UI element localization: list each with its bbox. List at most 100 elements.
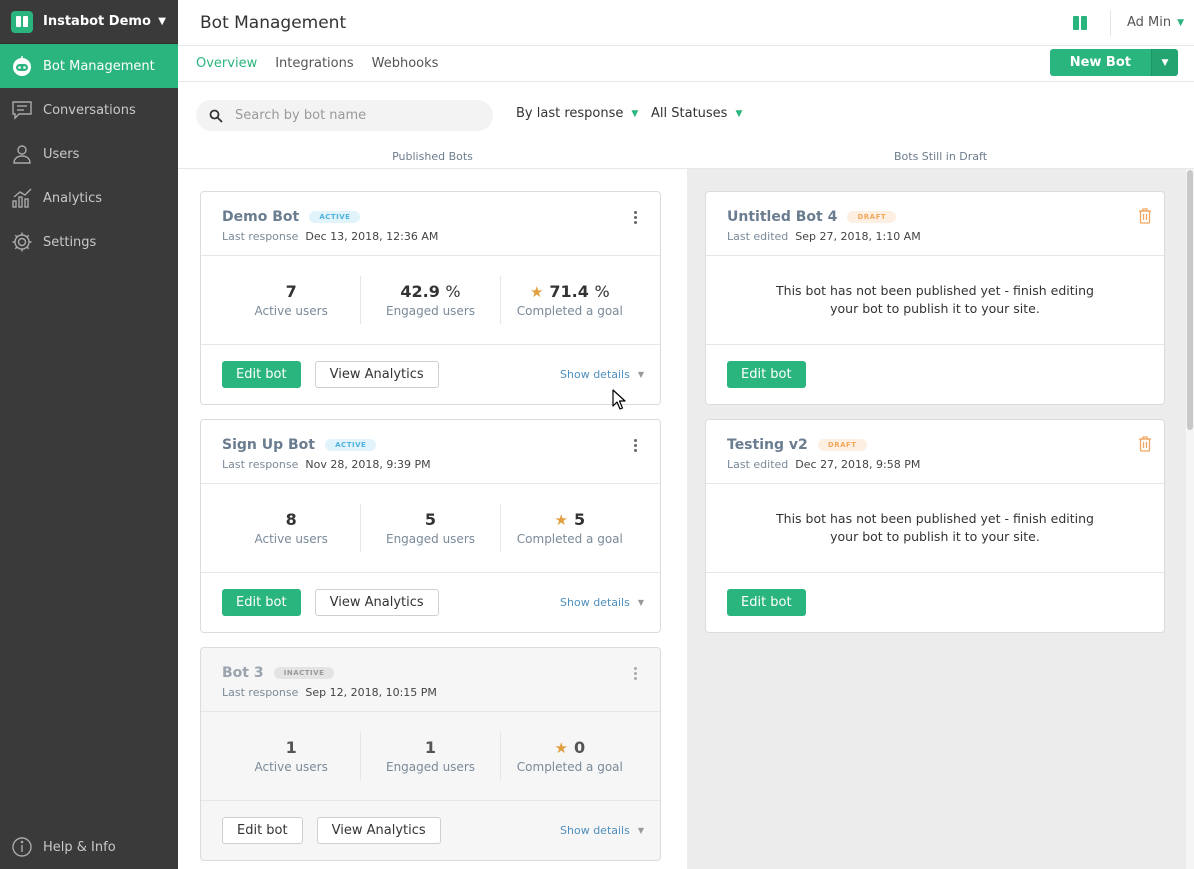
show-details-link[interactable]: Show details ▼ — [560, 368, 644, 381]
edit-bot-button[interactable]: Edit bot — [222, 588, 301, 616]
view-analytics-button[interactable]: View Analytics — [314, 360, 439, 388]
meta-value: Sep 12, 2018, 10:15 PM — [305, 686, 437, 699]
chevron-down-icon: ▼ — [631, 108, 639, 119]
chevron-down-icon: ▼ — [1177, 17, 1184, 28]
show-details-label: Show details — [560, 823, 630, 837]
meta-label: Last edited — [727, 458, 789, 471]
help-info-link[interactable]: Help & Info — [0, 825, 178, 869]
show-details-link[interactable]: Show details ▼ — [560, 824, 644, 837]
user-name: Ad Min — [1126, 15, 1172, 30]
header-divider — [1109, 9, 1111, 36]
brand-switcher[interactable]: Instabot Demo ▼ — [0, 0, 178, 44]
status-badge: DRAFT — [847, 211, 897, 223]
sidebar-item-bot-management[interactable]: Bot Management — [0, 44, 178, 88]
stat-active-users: 7 Active users — [222, 276, 360, 324]
scrollbar-thumb[interactable] — [1187, 170, 1193, 430]
sidebar-item-analytics[interactable]: Analytics — [0, 176, 178, 220]
view-analytics-button[interactable]: View Analytics — [316, 816, 441, 844]
sidebar: Instabot Demo ▼ Bot Management Conversat… — [0, 0, 178, 869]
stat-value: 5 — [424, 510, 437, 529]
chat-icon — [11, 99, 33, 121]
stat-value: 1 — [285, 738, 297, 757]
page-title: Bot Management — [200, 12, 347, 33]
new-bot-button[interactable]: New Bot — [1049, 49, 1151, 76]
trash-icon[interactable] — [1138, 208, 1152, 224]
meta-label: Last response — [222, 230, 299, 243]
help-label: Help & Info — [43, 839, 116, 855]
stat-unit: % — [445, 282, 461, 301]
status-dropdown[interactable]: All Statuses ▼ — [651, 106, 742, 121]
stat-value: 7 — [285, 282, 297, 301]
status-badge: ACTIVE — [325, 439, 377, 451]
chevron-down-icon[interactable]: ▼ — [1151, 49, 1178, 76]
stat-completed-goal: ★ 71.4 % Completed a goal — [499, 276, 639, 324]
sidebar-item-users[interactable]: Users — [0, 132, 178, 176]
stat-active-users: 1 Active users — [222, 732, 360, 780]
meta-label: Last response — [222, 458, 299, 471]
edit-bot-button[interactable]: Edit bot — [222, 360, 301, 388]
edit-bot-button[interactable]: Edit bot — [222, 816, 303, 844]
stat-value: 0 — [573, 738, 586, 757]
meta-value: Dec 13, 2018, 12:36 AM — [305, 230, 439, 243]
stat-value: 8 — [285, 510, 297, 529]
status-badge: DRAFT — [817, 439, 867, 451]
published-column-header: Published Bots — [392, 150, 473, 163]
bot-name[interactable]: Demo Bot — [222, 209, 299, 225]
user-menu[interactable]: Ad Min ▼ — [1127, 15, 1184, 30]
show-details-label: Show details — [560, 595, 630, 609]
user-icon — [11, 143, 33, 165]
stat-engaged-users: 1 Engaged users — [360, 732, 499, 780]
draft-message: This bot has not been published yet - fi… — [706, 256, 1164, 345]
edit-bot-button[interactable]: Edit bot — [727, 588, 806, 616]
edit-bot-button[interactable]: Edit bot — [727, 360, 806, 388]
bot-name[interactable]: Sign Up Bot — [222, 437, 315, 453]
chevron-down-icon: ▼ — [637, 597, 644, 607]
bot-name[interactable]: Bot 3 — [222, 665, 264, 681]
more-options-icon[interactable] — [634, 667, 638, 680]
sidebar-item-conversations[interactable]: Conversations — [0, 88, 178, 132]
draft-column-header: Bots Still in Draft — [893, 150, 988, 163]
search-input[interactable] — [235, 108, 465, 123]
stat-label: Completed a goal — [516, 304, 623, 318]
status-badge: INACTIVE — [273, 667, 335, 679]
sidebar-item-label: Analytics — [43, 190, 103, 206]
trash-icon[interactable] — [1138, 436, 1152, 452]
book-icon[interactable] — [1070, 13, 1090, 33]
new-bot-split-button: New Bot ▼ — [1049, 49, 1178, 76]
more-options-icon[interactable] — [634, 439, 638, 452]
more-options-icon[interactable] — [634, 211, 638, 224]
analytics-icon — [11, 187, 33, 209]
stat-label: Active users — [254, 532, 328, 546]
brand-name: Instabot Demo — [43, 14, 151, 29]
tab-integrations[interactable]: Integrations — [266, 46, 362, 82]
status-badge: ACTIVE — [309, 211, 361, 223]
meta-value: Nov 28, 2018, 9:39 PM — [305, 458, 431, 471]
sidebar-item-label: Bot Management — [43, 58, 155, 74]
bot-stats: 1 Active users 1 Engaged users ★ 0 Comple… — [201, 712, 660, 801]
sort-label: By last response — [516, 106, 624, 121]
view-analytics-button[interactable]: View Analytics — [314, 588, 439, 616]
info-icon — [11, 836, 33, 858]
tab-webhooks[interactable]: Webhooks — [363, 46, 448, 82]
stat-unit: % — [594, 282, 610, 301]
star-icon: ★ — [554, 511, 568, 529]
stat-label: Active users — [254, 304, 328, 318]
top-header: Bot Management Ad Min ▼ — [178, 0, 1194, 46]
meta-value: Dec 27, 2018, 9:58 PM — [795, 458, 921, 471]
status-label: All Statuses — [651, 106, 728, 121]
tab-overview[interactable]: Overview — [187, 46, 266, 82]
stat-active-users: 8 Active users — [222, 504, 360, 552]
gear-icon — [11, 231, 33, 253]
star-icon: ★ — [554, 739, 568, 757]
bot-meta: Last edited Sep 27, 2018, 1:10 AM — [727, 230, 1143, 243]
bot-name[interactable]: Untitled Bot 4 — [727, 209, 837, 225]
chevron-down-icon: ▼ — [735, 108, 743, 119]
bot-name[interactable]: Testing v2 — [727, 437, 808, 453]
show-details-link[interactable]: Show details ▼ — [560, 596, 644, 609]
sort-dropdown[interactable]: By last response ▼ — [516, 106, 638, 121]
sidebar-item-settings[interactable]: Settings — [0, 220, 178, 264]
bot-meta: Last response Dec 13, 2018, 12:36 AM — [222, 230, 639, 243]
search-box — [196, 100, 493, 131]
bot-meta: Last response Sep 12, 2018, 10:15 PM — [222, 686, 639, 699]
bot-stats: 7 Active users 42.9 % Engaged users ★ 71.… — [201, 256, 660, 345]
